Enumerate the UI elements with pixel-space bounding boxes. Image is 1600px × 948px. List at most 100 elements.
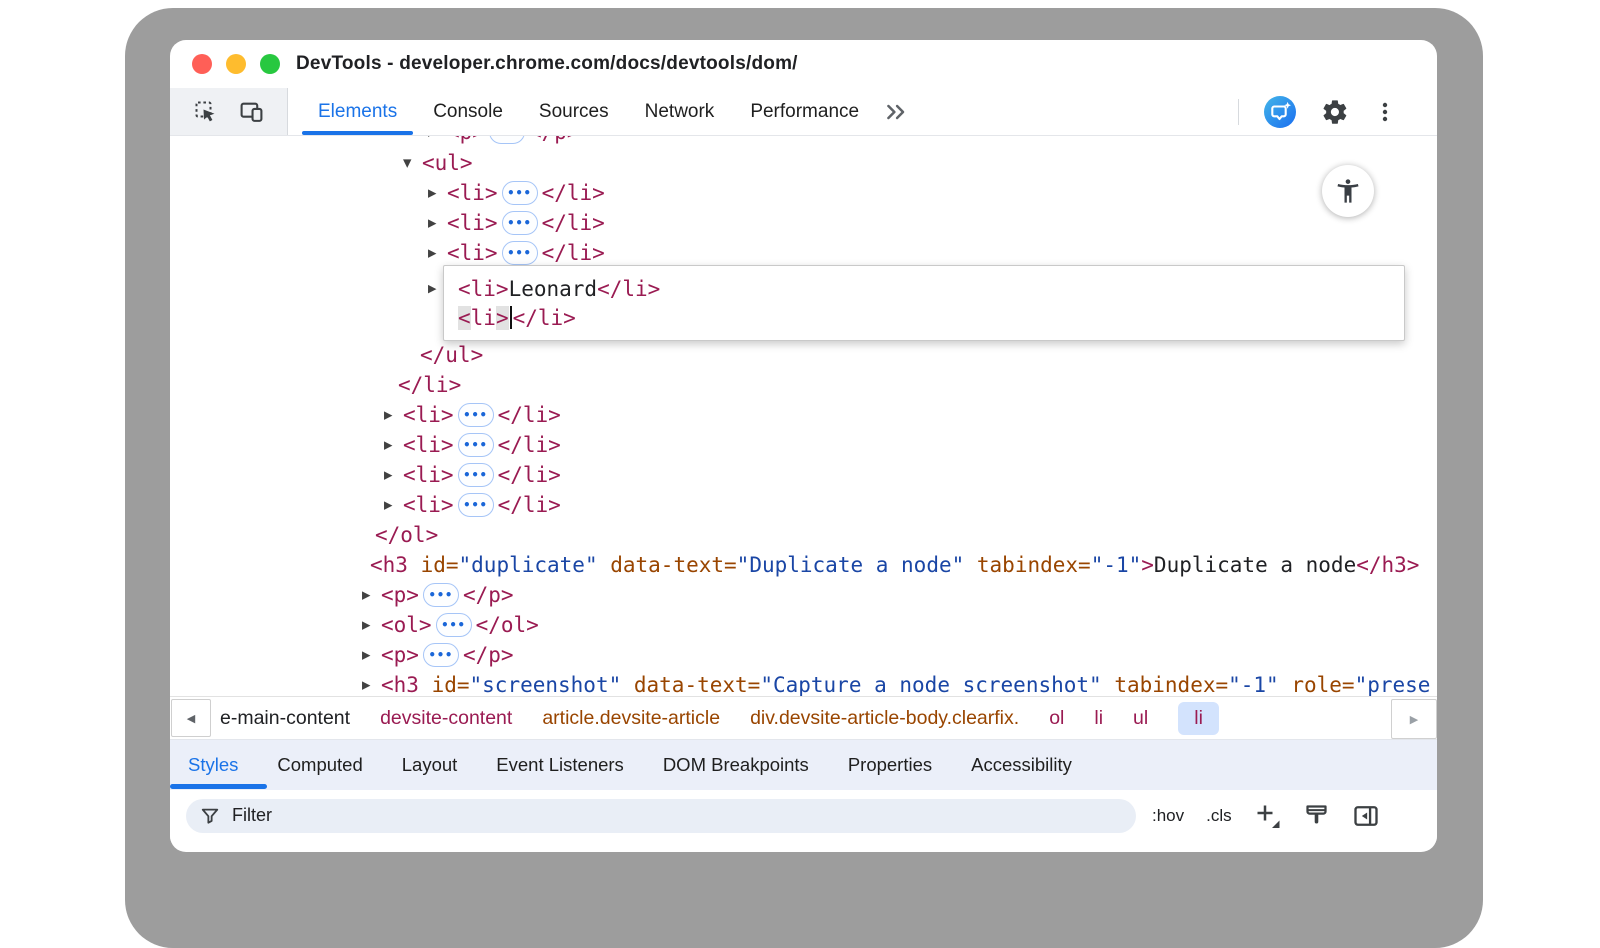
new-style-rule-button[interactable] [1254,802,1281,829]
expand-arrow-icon[interactable]: ▶ [428,136,436,139]
zoom-window-button[interactable] [260,54,280,74]
expand-arrow-icon[interactable]: ▶ [362,619,370,632]
collapse-arrow-icon[interactable]: ▼ [403,157,411,170]
sidebar-tab-event-listeners[interactable]: Event Listeners [496,740,624,790]
code-token-tag: <li> [403,403,454,427]
dom-row[interactable]: ▶<li>•••</li> [170,238,1437,268]
toggle-element-state-button[interactable]: :hov [1152,806,1184,826]
styles-filter-input[interactable]: Filter [186,799,1136,833]
breadcrumb-scroll-left-button[interactable]: ◀ [171,699,211,737]
expand-arrow-icon[interactable]: ▶ [384,409,392,422]
code-token-attr: tabindex= [964,553,1090,577]
expand-arrow-icon[interactable]: ▶ [428,282,436,295]
expand-arrow-icon[interactable]: ▶ [384,499,392,512]
dom-row[interactable]: ▶<li>•••</li> [170,400,1437,430]
dom-row[interactable]: ▶<p>•••</p> [170,640,1437,670]
breadcrumb-item[interactable]: div.devsite-article-body.clearfix. [750,707,1019,730]
hidden-children-button[interactable]: ••• [502,211,538,235]
code-token-tag: <li> [458,277,509,301]
dom-row[interactable]: </ol> [170,520,1437,550]
expand-arrow-icon[interactable]: ▶ [362,649,370,662]
breadcrumb-item[interactable]: devsite-content [380,707,512,730]
code-token-attr: id= [408,553,459,577]
dom-row[interactable]: <h3 id="duplicate" data-text="Duplicate … [170,550,1437,580]
settings-gear-icon[interactable] [1321,98,1349,126]
dom-row[interactable]: ▶<ol>•••</ol> [170,610,1437,640]
sidebar-tab-properties[interactable]: Properties [848,740,932,790]
tab-console[interactable]: Console [415,88,521,135]
code-token-tag: </p> [529,136,580,144]
breadcrumb-item[interactable]: article.devsite-article [542,707,720,730]
dom-row[interactable]: ▶<h3 id="screenshot" data-text="Capture … [170,670,1437,696]
tab-network[interactable]: Network [627,88,733,135]
hidden-children-button[interactable]: ••• [489,136,525,144]
dom-row-editing[interactable]: ▶<li>Leonard</li><li></li> [170,268,1437,340]
hidden-children-button[interactable]: ••• [458,463,494,487]
breadcrumb-item-selected[interactable]: li [1178,702,1219,735]
sidebar-tab-computed[interactable]: Computed [277,740,362,790]
tab-sources[interactable]: Sources [521,88,627,135]
dom-row[interactable]: ▶<li>•••</li> [170,208,1437,238]
dom-row[interactable]: </ul> [170,340,1437,370]
accessibility-widget-button[interactable] [1322,165,1374,217]
hidden-children-button[interactable]: ••• [458,403,494,427]
hidden-children-button[interactable]: ••• [436,613,472,637]
dom-row[interactable]: ▶<li>•••</li> [170,178,1437,208]
dom-row-clipped[interactable]: ▶ <p> ••• </p> [170,136,1437,148]
sidebar-tab-layout[interactable]: Layout [402,740,458,790]
code-token-val: "-1" [1228,673,1279,696]
hidden-children-button[interactable]: ••• [423,583,459,607]
expand-arrow-icon[interactable]: ▶ [428,217,436,230]
breadcrumb-item[interactable]: ul [1133,707,1148,730]
laptop-bezel: DevTools - developer.chrome.com/docs/dev… [125,8,1483,948]
hidden-children-button[interactable]: ••• [458,493,494,517]
hidden-children-button[interactable]: ••• [458,433,494,457]
more-tabs-icon[interactable] [883,88,909,135]
device-toolbar-icon[interactable] [239,99,264,124]
expand-arrow-icon[interactable]: ▶ [384,439,392,452]
expand-arrow-icon[interactable]: ▶ [428,247,436,260]
expand-arrow-icon[interactable]: ▶ [362,589,370,602]
hidden-children-button[interactable]: ••• [502,181,538,205]
hidden-children-button[interactable]: ••• [423,643,459,667]
code-token-tag: <li> [447,241,498,265]
sidebar-tab-accessibility[interactable]: Accessibility [971,740,1072,790]
ai-assistant-icon[interactable] [1263,95,1297,129]
breadcrumb-item[interactable]: li [1094,707,1103,730]
code-token-val: "-1" [1091,553,1142,577]
dom-row[interactable]: </li> [170,370,1437,400]
breadcrumb: e-main-content devsite-content article.dev… [220,702,1437,735]
dom-row[interactable]: ▶<li>•••</li> [170,430,1437,460]
inline-edit-box[interactable]: <li>Leonard</li><li></li> [443,265,1405,341]
expand-arrow-icon[interactable]: ▶ [362,679,370,692]
dom-row[interactable]: ▶<li>•••</li> [170,460,1437,490]
code-token-tag: <li> [403,433,454,457]
dom-row[interactable]: ▼<ul> [170,148,1437,178]
dock-sidebar-toggle-icon[interactable] [1352,802,1380,830]
element-classes-button[interactable]: .cls [1206,806,1232,826]
code-token-val: "duplicate" [459,553,598,577]
code-token-tag: <h3 [381,673,419,696]
expand-arrow-icon[interactable]: ▶ [428,187,436,200]
code-token-tag: <p> [447,136,485,144]
code-token-hl: > [496,306,509,330]
hidden-children-button[interactable]: ••• [502,241,538,265]
rendering-brush-icon[interactable] [1303,802,1330,829]
kebab-menu-icon[interactable] [1373,100,1397,124]
breadcrumb-item[interactable]: e-main-content [220,707,350,730]
code-token-val: "screenshot" [470,673,622,696]
dom-row[interactable]: ▶<p>•••</p> [170,580,1437,610]
tab-elements[interactable]: Elements [300,88,415,135]
window-title: DevTools - developer.chrome.com/docs/dev… [296,53,798,75]
sidebar-tab-dom-breakpoints[interactable]: DOM Breakpoints [663,740,809,790]
breadcrumb-item[interactable]: ol [1049,707,1064,730]
inspect-cursor-icon[interactable] [193,99,219,125]
expand-arrow-icon[interactable]: ▶ [384,469,392,482]
filter-funnel-icon [200,806,220,826]
sidebar-tab-styles[interactable]: Styles [188,740,238,790]
minimize-window-button[interactable] [226,54,246,74]
tab-performance[interactable]: Performance [732,88,877,135]
dom-row[interactable]: ▶<li>•••</li> [170,490,1437,520]
close-window-button[interactable] [192,54,212,74]
breadcrumb-scroll-right-button[interactable]: ▶ [1391,699,1437,739]
